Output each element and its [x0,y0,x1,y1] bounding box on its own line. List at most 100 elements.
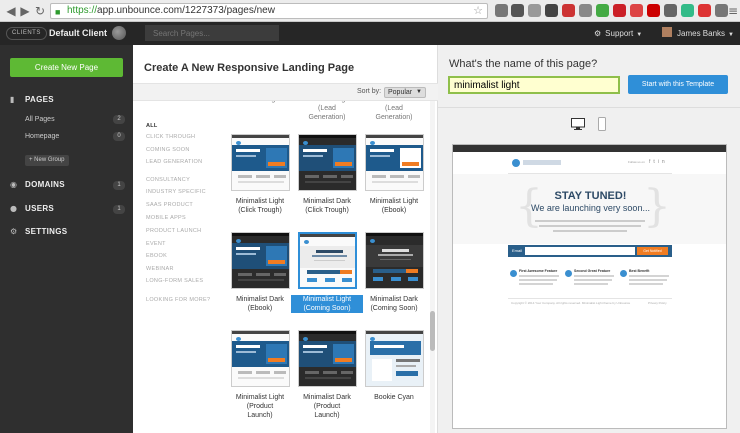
sidebar-item-all-pages[interactable]: All Pages [25,115,55,125]
category-item[interactable]: SAAS PRODUCT [146,201,193,209]
thumbnail-shape [274,273,286,276]
lock-icon: ■ [55,7,61,17]
category-item[interactable]: CLICK THROUGH [146,133,195,141]
thumbnail-shape [382,249,409,252]
mobile-preview-icon[interactable] [598,117,606,131]
create-new-page-button[interactable]: Create New Page [10,58,123,77]
feature-icon [620,270,627,277]
back-icon[interactable]: ◀ [4,3,18,19]
thumbnail-shape [323,371,337,374]
template-thumbnail[interactable] [365,330,424,387]
extension-icon[interactable] [528,4,541,17]
extension-icon[interactable] [579,4,592,17]
divider [508,298,672,299]
template-label[interactable]: Minimalist Light(LeadGeneration) [291,101,363,122]
template-thumbnail[interactable] [231,134,290,191]
pinterest-icon[interactable] [613,4,626,17]
search-pages-input[interactable] [145,25,279,41]
extension-icon[interactable] [545,4,558,17]
template-chooser: Create A New Responsive Landing Page Sor… [133,45,438,433]
template-thumbnail[interactable] [365,134,424,191]
app-window: ◀ ▶ ↻ ■ https://app.unbounce.com/1227373… [0,0,740,433]
gmail-icon[interactable] [647,4,660,17]
category-item[interactable]: CONSULTANCY [146,176,190,184]
category-item[interactable]: WEBINAR [146,265,174,273]
chevron-down-icon: ▼ [636,32,643,38]
client-avatar[interactable] [112,26,126,40]
new-group-button[interactable]: + New Group [25,155,69,166]
desktop-preview-icon[interactable] [571,118,585,130]
sidebar-item-homepage[interactable]: Homepage [25,132,59,142]
template-thumbnail[interactable] [231,232,290,289]
category-item[interactable]: LONG-FORM SALES [146,277,203,285]
bookmark-star-icon[interactable]: ☆ [473,4,483,18]
scrollbar-track[interactable] [430,101,435,433]
category-item[interactable]: EBOOK [146,252,167,260]
template-label[interactable]: Minimalist Light (Product Launch) [224,393,296,420]
thumbnail-shape [341,175,353,178]
extension-icon[interactable] [511,4,524,17]
chevron-down-icon: ▼ [728,32,734,38]
forward-icon[interactable]: ▶ [18,3,32,19]
sidebar-item-label: DOMAINS [25,180,65,189]
template-label[interactable]: Bookie Cyan [358,393,428,402]
gear-icon: ⚙ [594,29,602,38]
extension-icon[interactable] [630,4,643,17]
count-badge: 0 [113,132,125,141]
extension-icon[interactable] [495,4,508,17]
category-item[interactable]: LEAD GENERATION [146,158,202,166]
user-menu[interactable]: James Banks ▼ [662,27,734,42]
support-menu[interactable]: ⚙ Support ▼ [594,27,642,42]
thumbnail-shape [372,359,392,381]
template-thumbnail[interactable] [365,232,424,289]
text-line [574,275,614,277]
start-with-template-button[interactable]: Start with this Template [628,75,728,94]
extension-icon[interactable] [596,4,609,17]
thumbnail-shape [391,277,401,281]
address-bar[interactable]: ■ https://app.unbounce.com/1227373/pages… [50,3,488,19]
menu-icon[interactable]: ≡ [726,3,740,19]
app-header: CLIENTS Default Client ⚙Support▼ James B… [0,22,740,45]
template-label[interactable]: Minimalist Dark(LeadGeneration) [358,101,428,122]
template-thumbnail[interactable] [298,134,357,191]
template-label[interactable]: Minimalist Light (Click Trough) [224,197,296,215]
clients-button[interactable]: CLIENTS [6,27,47,40]
category-item[interactable]: LOOKING FOR MORE? [146,296,210,304]
template-thumbnail[interactable] [298,330,357,387]
extension-icon[interactable] [664,4,677,17]
divider [438,107,740,108]
extension-icon[interactable] [698,4,711,17]
client-name[interactable]: Default Client [49,27,107,40]
template-label[interactable]: Minimalist Light (Ebook) [358,197,428,215]
adblock-icon[interactable] [562,4,575,17]
template-label[interactable]: Minimalist Dark (Product Launch) [291,393,363,420]
template-thumbnail[interactable] [298,232,357,289]
category-item[interactable]: INDUSTRY SPECIFIC [146,188,206,196]
scrollbar-thumb[interactable] [430,311,435,351]
template-thumbnail[interactable] [231,330,290,387]
sidebar-item-users[interactable]: ● USERS [10,204,54,214]
category-item[interactable]: COMING SOON [146,146,190,154]
page-name-input[interactable] [448,76,620,94]
sidebar-item-domains[interactable]: ◉ DOMAINS [10,180,65,190]
category-item[interactable]: MOBILE APPS [146,214,186,222]
template-label[interactable]: Minimalist Dark (Coming Soon) [358,295,428,313]
thumbnail-shape [305,377,351,379]
template-label[interactable]: Minimalist Dark (Ebook) [224,295,296,313]
thumbnail-shape [304,240,309,244]
category-item[interactable]: EVENT [146,240,166,248]
sidebar-item-pages[interactable]: ▮ PAGES [10,95,54,105]
template-label[interactable]: Tracked Light [224,101,296,104]
sort-select[interactable]: Popular ▼ [384,87,426,98]
template-label[interactable]: Minimalist Dark (Click Trough) [291,197,363,215]
feature-title: First Awesome Feature [519,269,558,273]
sidebar-item-label: PAGES [25,95,54,104]
sidebar-item-settings[interactable]: ⚙ SETTINGS [10,227,67,237]
template-label[interactable]: Minimalist Light (Coming Soon) [291,295,363,313]
extension-icon[interactable] [681,4,694,17]
category-item[interactable]: ALL [146,122,158,130]
text-line [629,275,669,277]
feature-title: Best Benefit [629,269,650,273]
reload-icon[interactable]: ↻ [33,3,47,19]
category-item[interactable]: PRODUCT LAUNCH [146,227,201,235]
